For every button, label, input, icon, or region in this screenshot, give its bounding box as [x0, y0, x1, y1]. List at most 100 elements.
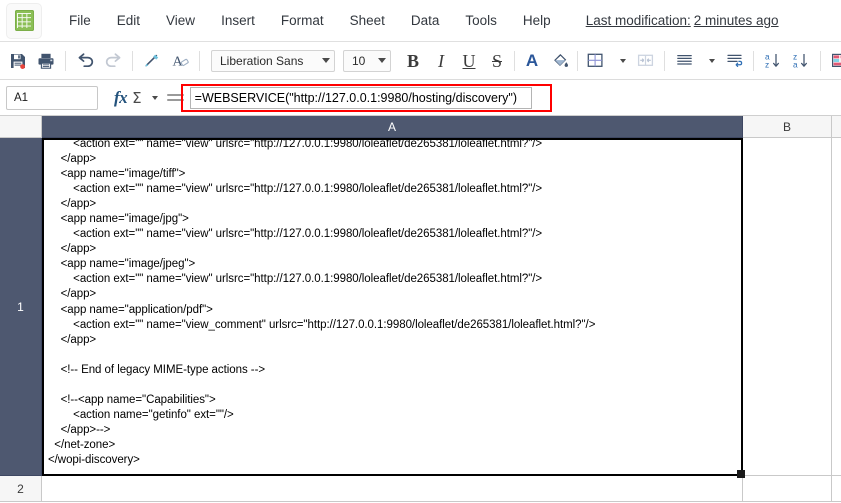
clone-formatting-icon [143, 51, 162, 70]
formula-bar-filler [532, 86, 841, 109]
row-headers: 1 2 [0, 138, 42, 503]
toolbar: A Liberation Sans 10 B I U S [0, 42, 841, 80]
clear-formatting-button[interactable]: A [166, 47, 194, 75]
print-button[interactable] [32, 47, 60, 75]
background-color-button[interactable] [546, 47, 574, 75]
chevron-down-icon [709, 59, 715, 63]
menu-sheet[interactable]: Sheet [337, 8, 398, 33]
conditional-format-icon [830, 51, 841, 70]
redo-button[interactable] [99, 47, 127, 75]
font-size-select[interactable]: 10 [343, 50, 391, 72]
column-headers: A B C [0, 116, 841, 138]
align-dropdown[interactable] [698, 47, 720, 75]
toolbar-separator-2 [132, 51, 133, 71]
font-name-value: Liberation Sans [220, 54, 303, 68]
chevron-down-icon [378, 58, 386, 63]
conditional-format-button[interactable] [826, 47, 841, 75]
last-modification[interactable]: Last modification:2 minutes ago [586, 13, 779, 28]
toolbar-separator-7 [753, 51, 754, 71]
toolbar-separator-3 [199, 51, 200, 71]
name-box[interactable]: A1 [6, 86, 98, 110]
cell-c2[interactable] [832, 476, 841, 502]
strikethrough-button[interactable]: S [483, 47, 511, 75]
column-header-b[interactable]: B [743, 116, 832, 138]
underline-icon: U [463, 52, 476, 70]
clear-formatting-icon: A [171, 51, 190, 70]
menu-bar: File Edit View Insert Format Sheet Data … [0, 0, 841, 42]
formula-input[interactable]: =WEBSERVICE("http://127.0.0.1:9980/hosti… [190, 87, 532, 109]
menu-file[interactable]: File [56, 8, 104, 33]
toolbar-separator-8 [820, 51, 821, 71]
borders-icon [586, 51, 605, 70]
formula-bar: A1 fx Σ =WEBSERVICE("http://127.0.0.1:99… [0, 80, 841, 116]
cells-container: <action ext="" name="view" urlsrc="http:… [42, 138, 841, 503]
column-header-c[interactable]: C [832, 116, 841, 138]
spreadsheet-logo-glyph [15, 10, 34, 31]
align-button[interactable] [670, 47, 698, 75]
menu-help[interactable]: Help [510, 8, 564, 33]
toolbar-separator-6 [664, 51, 665, 71]
toolbar-separator-4 [514, 51, 515, 71]
chevron-down-icon [620, 59, 626, 63]
menu-view[interactable]: View [153, 8, 208, 33]
background-color-icon [551, 51, 570, 70]
font-color-button[interactable]: A [518, 47, 546, 75]
align-icon [675, 51, 694, 70]
chevron-down-icon[interactable] [152, 96, 158, 100]
menu-format[interactable]: Format [268, 8, 337, 33]
italic-button[interactable]: I [427, 47, 455, 75]
cell-a1[interactable]: <action ext="" name="view" urlsrc="http:… [42, 138, 743, 476]
column-header-a[interactable]: A [42, 116, 743, 138]
cell-a2[interactable] [42, 476, 743, 502]
wrap-text-button[interactable] [720, 47, 748, 75]
borders-dropdown[interactable] [609, 47, 631, 75]
select-all-corner[interactable] [0, 116, 42, 138]
sort-descending-icon: z a [791, 51, 811, 70]
row-header-2[interactable]: 2 [0, 476, 42, 502]
sort-ascending-icon: a z [763, 51, 783, 70]
spreadsheet-grid: A B C 1 2 <action ext="" name="view" url… [0, 116, 841, 503]
toolbar-separator-1 [65, 51, 66, 71]
equals-formula-icon[interactable] [167, 89, 184, 106]
print-icon [37, 52, 55, 70]
svg-text:z: z [765, 60, 769, 70]
merge-cells-button[interactable] [631, 47, 659, 75]
font-size-value: 10 [352, 54, 365, 68]
strikethrough-icon: S [492, 52, 502, 70]
save-icon [9, 52, 27, 70]
sort-descending-button[interactable]: z a [787, 47, 815, 75]
menu-edit[interactable]: Edit [104, 8, 153, 33]
menu-insert[interactable]: Insert [208, 8, 268, 33]
undo-icon [76, 51, 95, 70]
bold-button[interactable]: B [399, 47, 427, 75]
redo-icon [104, 51, 123, 70]
italic-icon: I [438, 52, 444, 70]
grid-body: 1 2 <action ext="" name="view" urlsrc="h… [0, 138, 841, 503]
spreadsheet-app: File Edit View Insert Format Sheet Data … [0, 0, 841, 503]
last-modification-time[interactable]: 2 minutes ago [694, 13, 779, 28]
row-header-1[interactable]: 1 [0, 138, 42, 476]
last-modification-label: Last modification: [586, 13, 691, 28]
cell-c1[interactable] [832, 138, 841, 476]
undo-button[interactable] [71, 47, 99, 75]
borders-button[interactable] [581, 47, 609, 75]
fill-handle[interactable] [737, 470, 745, 478]
cell-b1[interactable] [743, 138, 832, 476]
chevron-down-icon [322, 58, 330, 63]
underline-button[interactable]: U [455, 47, 483, 75]
sum-icon[interactable]: Σ [132, 89, 141, 107]
save-button[interactable] [4, 47, 32, 75]
clone-formatting-button[interactable] [138, 47, 166, 75]
function-wizard-icon[interactable]: fx [114, 88, 127, 108]
menu-tools[interactable]: Tools [452, 8, 510, 33]
spreadsheet-logo-icon[interactable] [6, 3, 42, 39]
cell-b2[interactable] [743, 476, 832, 502]
bold-icon: B [407, 52, 419, 70]
svg-text:a: a [793, 60, 798, 70]
font-color-icon: A [526, 52, 538, 69]
merge-cells-icon [636, 51, 655, 70]
font-name-select[interactable]: Liberation Sans [211, 50, 335, 72]
sort-ascending-button[interactable]: a z [759, 47, 787, 75]
cell-a1-content: <action ext="" name="view" urlsrc="http:… [48, 138, 595, 468]
menu-data[interactable]: Data [398, 8, 453, 33]
